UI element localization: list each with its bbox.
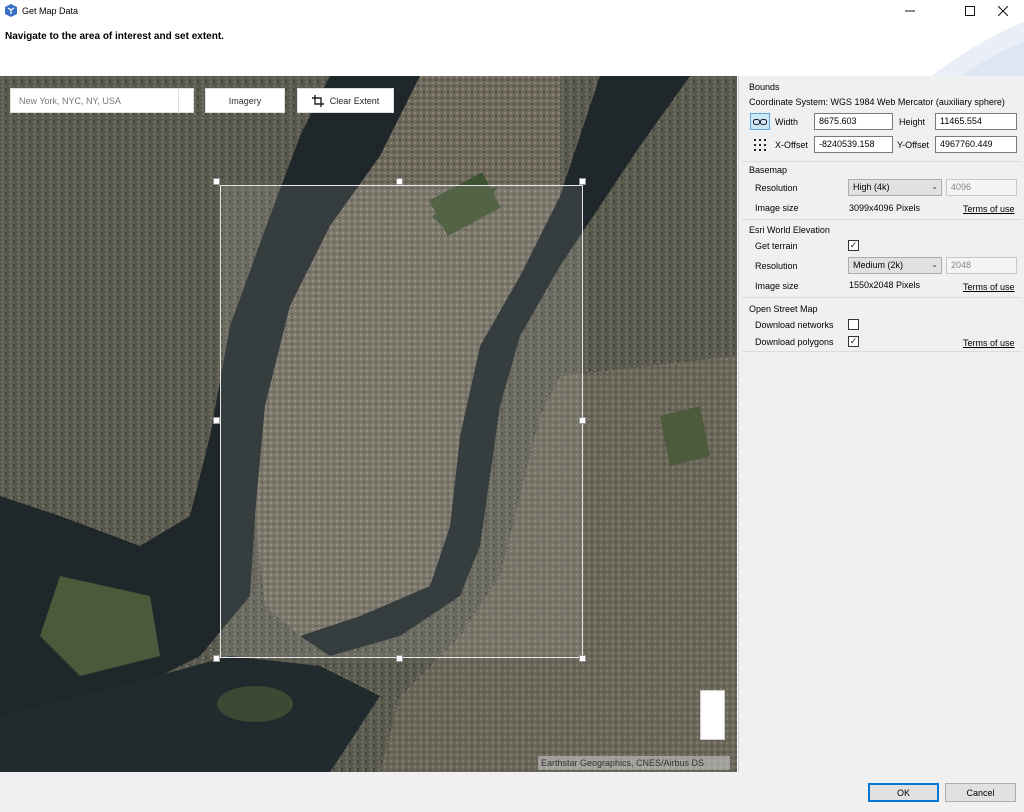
header-decoration (931, 22, 1024, 76)
basemap-resolution-label: Resolution (755, 183, 798, 193)
basemap-resolution-value: High (4k) (853, 182, 890, 192)
window-title: Get Map Data (22, 6, 79, 16)
basemap-pixels-field: 4096 (946, 179, 1017, 196)
basemap-terms-link[interactable]: Terms of use (963, 204, 1015, 214)
search-divider (178, 89, 179, 112)
header: Navigate to the area of interest and set… (0, 22, 1024, 76)
map-attribution: Earthstar Geographics, CNES/Airbus DS (538, 756, 730, 770)
instruction-text: Navigate to the area of interest and set… (5, 31, 224, 42)
search-input[interactable] (11, 89, 193, 112)
bounds-title: Bounds (749, 82, 780, 92)
elevation-image-size-label: Image size (755, 281, 799, 291)
download-networks-checkbox[interactable] (848, 319, 859, 330)
coordinate-system-label: Coordinate System: WGS 1984 Web Mercator… (749, 97, 1005, 107)
app-icon (5, 4, 17, 17)
map-view[interactable]: Imagery Clear Extent Earthstar Geographi… (0, 76, 737, 772)
width-field[interactable]: 8675.603 (814, 113, 893, 130)
basemap-image-size-value: 3099x4096 Pixels (849, 203, 921, 213)
chevron-down-icon: ⌄ (931, 182, 938, 191)
osm-terms-link[interactable]: Terms of use (963, 338, 1015, 348)
grid-icon (754, 138, 766, 151)
clear-extent-label: Clear Extent (329, 95, 380, 106)
extent-handle-left[interactable] (213, 417, 220, 424)
cancel-button[interactable]: Cancel (945, 783, 1016, 802)
height-label: Height (899, 117, 926, 127)
width-height-toggle[interactable] (750, 113, 770, 130)
download-networks-label: Download networks (755, 320, 834, 330)
yoffset-field[interactable]: 4967760.449 (935, 136, 1017, 153)
location-search (10, 88, 194, 113)
elevation-resolution-label: Resolution (755, 261, 798, 271)
elevation-terms-link[interactable]: Terms of use (963, 282, 1015, 292)
ok-button[interactable]: OK (868, 783, 939, 802)
elevation-resolution-value: Medium (2k) (853, 260, 904, 270)
osm-title: Open Street Map (749, 304, 818, 314)
basemap-resolution-dropdown[interactable]: High (4k) ⌄ (848, 179, 942, 196)
basemap-image-size-label: Image size (755, 203, 799, 213)
offset-toggle[interactable] (750, 136, 770, 153)
extent-handle-bottom-right[interactable] (579, 655, 586, 662)
link-icon (753, 118, 767, 125)
yoffset-label: Y-Offset (897, 140, 930, 150)
imagery-button[interactable]: Imagery (205, 88, 285, 113)
extent-handle-bottom-left[interactable] (213, 655, 220, 662)
get-terrain-label: Get terrain (755, 241, 798, 251)
elevation-title: Esri World Elevation (749, 225, 830, 235)
maximize-icon (965, 6, 975, 16)
title-bar: Get Map Data (0, 0, 1024, 22)
get-terrain-checkbox[interactable]: ✓ (848, 240, 859, 251)
zoom-control[interactable] (700, 690, 725, 740)
chevron-down-icon: ⌄ (931, 260, 938, 269)
download-polygons-checkbox[interactable]: ✓ (848, 336, 859, 347)
elevation-image-size-value: 1550x2048 Pixels (849, 280, 921, 290)
xoffset-label: X-Offset (775, 140, 808, 150)
basemap-title: Basemap (749, 165, 788, 175)
close-icon (998, 6, 1008, 16)
dialog-footer: OK Cancel (0, 772, 1024, 812)
osm-group: Open Street Map Download networks Downlo… (742, 298, 1022, 352)
extent-handle-top[interactable] (396, 178, 403, 185)
elevation-resolution-dropdown[interactable]: Medium (2k) ⌄ (848, 257, 942, 274)
bounds-group: Bounds Coordinate System: WGS 1984 Web M… (742, 80, 1022, 162)
elevation-pixels-field: 2048 (946, 257, 1017, 274)
extent-handle-top-left[interactable] (213, 178, 220, 185)
close-button[interactable] (980, 0, 1024, 22)
minimize-button[interactable] (887, 0, 933, 22)
extent-handle-right[interactable] (579, 417, 586, 424)
download-polygons-label: Download polygons (755, 337, 834, 347)
settings-panel: Bounds Coordinate System: WGS 1984 Web M… (738, 76, 1024, 772)
width-label: Width (775, 117, 799, 127)
extent-rectangle[interactable] (220, 185, 583, 658)
minimize-icon (905, 10, 915, 12)
xoffset-field[interactable]: -8240539.158 (814, 136, 893, 153)
clear-extent-button[interactable]: Clear Extent (297, 88, 394, 113)
basemap-group: Basemap Resolution High (4k) ⌄ 4096 Imag… (742, 162, 1022, 220)
height-field[interactable]: 11465.554 (935, 113, 1017, 130)
extent-handle-top-right[interactable] (579, 178, 586, 185)
crop-icon (311, 94, 324, 107)
extent-handle-bottom[interactable] (396, 655, 403, 662)
elevation-group: Esri World Elevation Get terrain ✓ Resol… (742, 220, 1022, 298)
